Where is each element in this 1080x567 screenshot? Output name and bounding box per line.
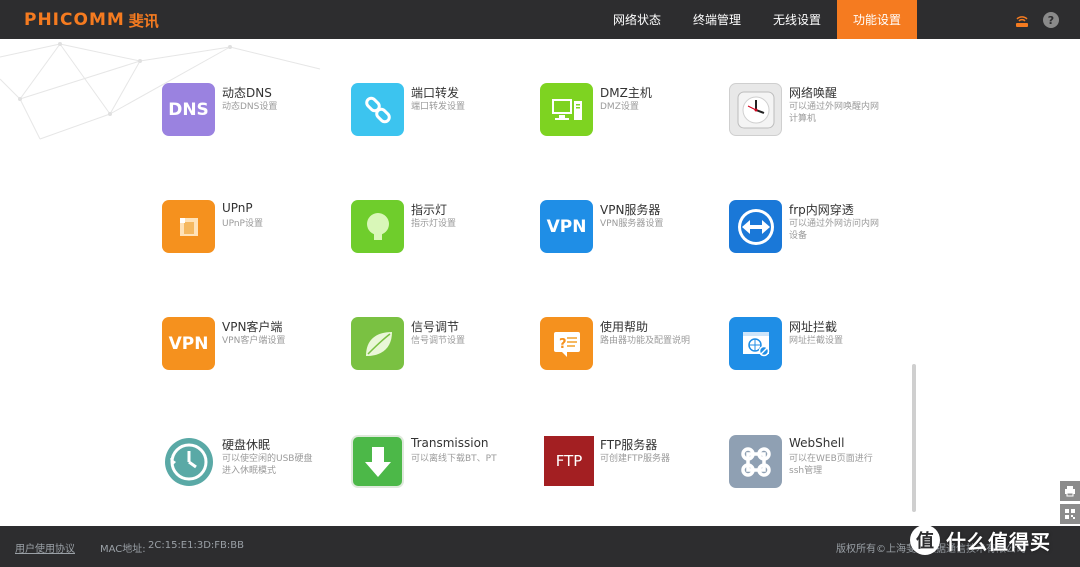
ftp-icon: FTP [544,436,594,486]
side-print-button[interactable] [1060,481,1080,501]
tile-title: 端口转发 [411,86,460,100]
tile-desc: 可以在WEB页面进行ssh管理 [789,454,873,476]
tile-title: VPN客户端 [222,320,283,334]
tile-desc: 可以使空闲的USB硬盘进入休眠模式 [222,454,313,476]
help-icon[interactable]: ? [1043,12,1059,28]
help-doc-icon: ? [540,317,593,370]
watermark-text: 什么值得买 [946,529,1051,554]
tile-ddns[interactable]: DNS 动态DNS 动态DNS设置 [162,79,342,139]
leaf-icon [351,317,404,370]
vpn-server-icon-text: VPN [546,216,587,237]
main-nav: 网络状态 终端管理 无线设置 功能设置 [597,0,917,39]
tile-upnp[interactable]: UPnP UPnP设置 [162,196,342,256]
nav-network-status[interactable]: 网络状态 [597,0,677,39]
tile-title: Transmission [411,436,489,450]
phicomm-logo[interactable]: PHICOMM 斐讯 [24,9,159,31]
computer-icon [540,83,593,136]
tile-desc: 可创建FTP服务器 [600,454,670,464]
tile-dmz-host[interactable]: DMZ主机 DMZ设置 [540,79,720,139]
tile-wake-on-lan[interactable]: 网络唤醒 可以通过外网唤醒内网计算机 [729,79,909,139]
tile-frp[interactable]: frp内网穿透 可以通过外网访问内网设备 [729,196,909,256]
nav-wireless-settings[interactable]: 无线设置 [757,0,837,39]
tile-disk-sleep[interactable]: 硬盘休眠 可以使空闲的USB硬盘进入休眠模式 [162,431,342,491]
tile-title: 动态DNS [222,86,272,100]
vpn-client-icon: VPN [162,317,215,370]
tile-desc: 网址拦截设置 [789,336,844,346]
tile-title: frp内网穿透 [789,203,854,217]
ftp-icon-text: FTP [555,452,583,470]
watermark: 值 什么值得买 [910,520,1051,560]
tile-desc: VPN服务器设置 [600,219,664,229]
nav-function-settings[interactable]: 功能设置 [837,0,917,39]
function-settings-panel: DNS 动态DNS 动态DNS设置 端口转发 端口转发设置 DMZ主机 DMZ设… [0,39,1080,526]
tile-vpn-client[interactable]: VPN VPN客户端 VPN客户端设置 [162,313,342,373]
tile-title: 网络唤醒 [789,86,838,100]
tile-desc: 信号调节设置 [411,336,466,346]
url-block-icon [729,317,782,370]
tile-desc: 端口转发设置 [411,102,466,112]
download-icon [351,435,404,488]
bulb-icon [351,200,404,253]
tile-ftp-server[interactable]: FTP FTP服务器 可创建FTP服务器 [540,431,720,491]
tile-transmission[interactable]: Transmission 可以离线下载BT、PT [351,431,531,491]
tile-title: 硬盘休眠 [222,438,271,452]
vpn-server-icon: VPN [540,200,593,253]
tile-desc: 指示灯设置 [411,219,457,229]
logo-text: PHICOMM [24,10,125,30]
tile-desc: 路由器功能及配置说明 [600,336,691,346]
tile-webshell[interactable]: WebShell 可以在WEB页面进行ssh管理 [729,431,909,491]
tile-desc: 可以通过外网访问内网设备 [789,219,880,241]
upnp-icon [162,200,215,253]
side-qrcode-button[interactable] [1060,504,1080,524]
command-icon [729,435,782,488]
tile-title: VPN服务器 [600,203,661,217]
tile-vpn-server[interactable]: VPN VPN服务器 VPN服务器设置 [540,196,720,256]
mac-address-value: 2C:15:E1:3D:FB:BB [148,540,244,551]
disk-sleep-icon [162,435,215,488]
link-icon [351,83,404,136]
tile-title: DMZ主机 [600,86,652,100]
tile-title: 信号调节 [411,320,460,334]
router-status-icon[interactable] [1014,12,1030,28]
tile-desc: DMZ设置 [600,102,639,112]
frp-icon [729,200,782,253]
logo-cn-text: 斐讯 [128,11,159,30]
user-agreement-link[interactable]: 用户使用协议 [15,540,75,555]
tile-help[interactable]: ? 使用帮助 路由器功能及配置说明 [540,313,720,373]
tile-desc: VPN客户端设置 [222,336,286,346]
tile-title: 网址拦截 [789,320,838,334]
qrcode-icon [1065,509,1075,519]
watermark-badge: 值 [910,525,940,555]
nav-device-management[interactable]: 终端管理 [677,0,757,39]
top-bar: PHICOMM 斐讯 网络状态 终端管理 无线设置 功能设置 ? [0,0,1080,39]
tile-desc: 可以通过外网唤醒内网计算机 [789,102,880,124]
tile-title: FTP服务器 [600,438,658,452]
vpn-client-icon-text: VPN [168,333,209,354]
tile-desc: 可以离线下载BT、PT [411,454,497,464]
tile-desc: UPnP设置 [222,219,263,229]
tile-title: 指示灯 [411,203,448,217]
printer-icon [1065,486,1075,497]
tile-indicator-light[interactable]: 指示灯 指示灯设置 [351,196,531,256]
clock-icon [729,83,782,136]
tile-desc: 动态DNS设置 [222,102,278,112]
mac-address-label: MAC地址: [100,544,146,555]
tile-title: WebShell [789,436,845,450]
svg-text:?: ? [559,337,567,352]
vertical-scrollbar[interactable] [912,364,916,512]
tile-port-forwarding[interactable]: 端口转发 端口转发设置 [351,79,531,139]
tile-signal-adjust[interactable]: 信号调节 信号调节设置 [351,313,531,373]
tile-title: 使用帮助 [600,320,649,334]
tile-url-block[interactable]: 网址拦截 网址拦截设置 [729,313,909,373]
dns-icon: DNS [162,83,215,136]
tile-title: UPnP [222,201,253,215]
dns-icon-text: DNS [168,99,209,120]
